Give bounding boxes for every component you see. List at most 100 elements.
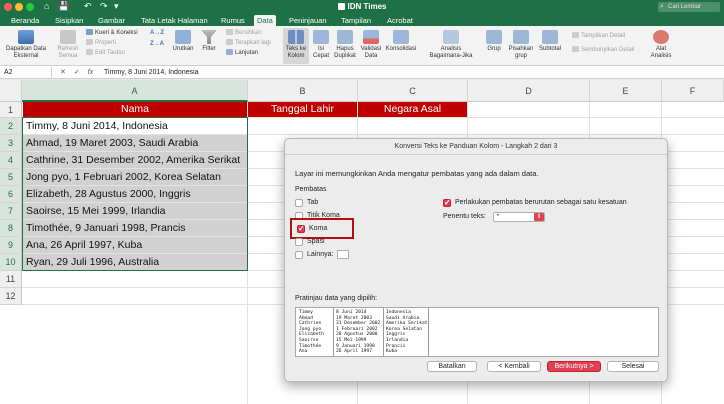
what-if-analysis-button[interactable]: Analisis Bagaimana-Jika: [428, 30, 474, 60]
tab-sisipkan[interactable]: Sisipkan: [52, 15, 86, 26]
text-to-columns-icon: [288, 30, 304, 44]
row-header[interactable]: 2: [0, 118, 22, 135]
column-header-a[interactable]: A: [22, 80, 248, 102]
comma-label: Koma: [309, 225, 328, 232]
queries-connections-button[interactable]: Kueri & Koneksi: [86, 29, 138, 37]
row-header[interactable]: 11: [0, 271, 22, 288]
row-header[interactable]: 9: [0, 237, 22, 254]
cell-a7[interactable]: Saoirse, 15 Mei 1999, Irlandia: [23, 203, 247, 219]
row-header[interactable]: 1: [0, 102, 22, 118]
finish-button[interactable]: Selesai: [607, 361, 659, 372]
edit-links-label: Edit Tautan: [95, 50, 125, 56]
column-header-c[interactable]: C: [358, 80, 468, 102]
sort-ascending-button[interactable]: A→Z: [150, 29, 164, 37]
fx-icon[interactable]: ✕ ✓ fx: [60, 67, 93, 78]
row-header[interactable]: 5: [0, 169, 22, 186]
select-all-corner[interactable]: [0, 80, 22, 102]
preview-cell: 26 April 1997: [336, 349, 372, 355]
clear-button[interactable]: Bersihkan: [226, 29, 262, 37]
flash-fill-icon: [313, 30, 329, 44]
row-header[interactable]: 8: [0, 220, 22, 237]
tab-rumus[interactable]: Rumus: [218, 15, 248, 26]
subtotal-label: Subtotal: [538, 46, 562, 52]
cell-a6[interactable]: Elizabeth, 28 Agustus 2000, Inggris: [23, 186, 247, 202]
other-delimiter-input[interactable]: [337, 250, 349, 259]
tab-peninjauan[interactable]: Peninjauan: [286, 15, 330, 26]
row-header[interactable]: 6: [0, 186, 22, 203]
next-button[interactable]: Berikutnya >: [547, 361, 601, 372]
consolidate-button[interactable]: Konsolidasi: [384, 30, 418, 53]
cell-c1[interactable]: Negara Asal: [358, 102, 467, 117]
preview-cell: Elizabeth: [299, 332, 324, 338]
hide-detail-button[interactable]: Sembunyikan Detail: [572, 46, 634, 54]
sort-button[interactable]: Urutkan: [170, 30, 196, 53]
text-qualifier-value: ": [497, 214, 500, 221]
cell-a4[interactable]: Cathrine, 31 Desember 2002, Amerika Seri…: [23, 152, 247, 168]
data-preview[interactable]: Timmy Ahmad Cathrine Jong pyo Elizabeth …: [295, 307, 659, 357]
column-header-e[interactable]: E: [590, 80, 662, 102]
tab-gambar[interactable]: Gambar: [95, 15, 128, 26]
queries-icon: [86, 29, 93, 35]
analysis-tools-button[interactable]: Alat Analisis: [646, 30, 676, 60]
comma-checkbox[interactable]: [297, 224, 305, 233]
remove-duplicates-button[interactable]: Hapus Duplikat: [332, 30, 358, 60]
row-header[interactable]: 3: [0, 135, 22, 152]
cell-a2[interactable]: Timmy, 8 Juni 2014, Indonesia: [23, 118, 247, 134]
fx-label: fx: [87, 69, 94, 76]
name-box[interactable]: A2: [2, 67, 52, 78]
reapply-button[interactable]: Terapkan lagi: [226, 39, 271, 47]
search-placeholder: Cari Lembar: [668, 4, 702, 10]
formula-input[interactable]: Timmy, 8 Juni 2014, Indonesia: [104, 67, 199, 78]
text-qualifier-select[interactable]: " ⇕: [493, 212, 545, 222]
group-button[interactable]: Grup: [484, 30, 504, 53]
other-checkbox[interactable]: [295, 251, 303, 259]
tab-checkbox[interactable]: [295, 199, 303, 207]
advanced-filter-button[interactable]: Lanjutan: [226, 49, 258, 57]
consecutive-delimiters-label: Perlakukan pembatas berurutan sebagai sa…: [455, 199, 627, 206]
preview-cell: Cathrine: [299, 321, 322, 327]
semicolon-checkbox[interactable]: [295, 212, 303, 220]
row-header[interactable]: 12: [0, 288, 22, 305]
column-header-d[interactable]: D: [468, 80, 590, 102]
search-sheet-input[interactable]: ⌕ Cari Lembar: [658, 2, 720, 12]
tab-beranda[interactable]: Beranda: [8, 15, 42, 26]
tab-tampilan[interactable]: Tampilan: [338, 15, 374, 26]
column-header-b[interactable]: B: [248, 80, 358, 102]
consecutive-delimiters-checkbox[interactable]: [443, 198, 451, 207]
row-header[interactable]: 7: [0, 203, 22, 220]
filter-button[interactable]: Filter: [198, 30, 220, 53]
back-button[interactable]: < Kembali: [487, 361, 541, 372]
cell-a9[interactable]: Ana, 26 April 1997, Kuba: [23, 237, 247, 253]
filter-icon: [201, 30, 217, 44]
space-checkbox[interactable]: [295, 238, 303, 246]
row-header[interactable]: 4: [0, 152, 22, 169]
cell-a8[interactable]: Timothée, 9 Januari 1998, Prancis: [23, 220, 247, 236]
refresh-icon: [60, 30, 76, 44]
cell-a5[interactable]: Jong pyo, 1 Februari 2002, Korea Selatan: [23, 169, 247, 185]
edit-links-button[interactable]: Edit Tautan: [86, 49, 125, 57]
cell-a3[interactable]: Ahmad, 19 Maret 2003, Saudi Arabia: [23, 135, 247, 151]
data-validation-label: Validasi Data: [360, 46, 382, 59]
show-detail-button[interactable]: Tampilkan Detail: [572, 32, 625, 40]
sort-descending-button[interactable]: Z→A: [150, 40, 164, 48]
data-validation-button[interactable]: Validasi Data: [358, 30, 384, 60]
row-header[interactable]: 10: [0, 254, 22, 271]
text-to-columns-button[interactable]: Teks ke Kolom: [283, 28, 309, 64]
flash-fill-button[interactable]: Isi Cepat: [310, 30, 332, 60]
cancel-button[interactable]: Batalkan: [427, 361, 477, 372]
refresh-all-button[interactable]: Refresh Semua: [54, 30, 82, 60]
sort-icon: [175, 30, 191, 44]
subtotal-button[interactable]: Subtotal: [536, 30, 564, 53]
cell-a1[interactable]: Nama: [23, 102, 247, 117]
tab-tata-letak-halaman[interactable]: Tata Letak Halaman: [138, 15, 211, 26]
show-detail-icon: [572, 32, 579, 38]
tab-data[interactable]: Data: [254, 15, 276, 26]
column-header-f[interactable]: F: [662, 80, 724, 102]
show-detail-label: Tampilkan Detail: [581, 33, 626, 39]
cell-a10[interactable]: Ryan, 29 Juli 1996, Australia: [23, 254, 247, 270]
tab-acrobat[interactable]: Acrobat: [384, 15, 416, 26]
ungroup-button[interactable]: Pisahkan grup: [506, 30, 536, 60]
cell-b1[interactable]: Tanggal Lahir: [248, 102, 357, 117]
properties-button[interactable]: Properti: [86, 39, 116, 47]
get-external-data-button[interactable]: Dapatkan Data Eksternal: [2, 30, 50, 60]
